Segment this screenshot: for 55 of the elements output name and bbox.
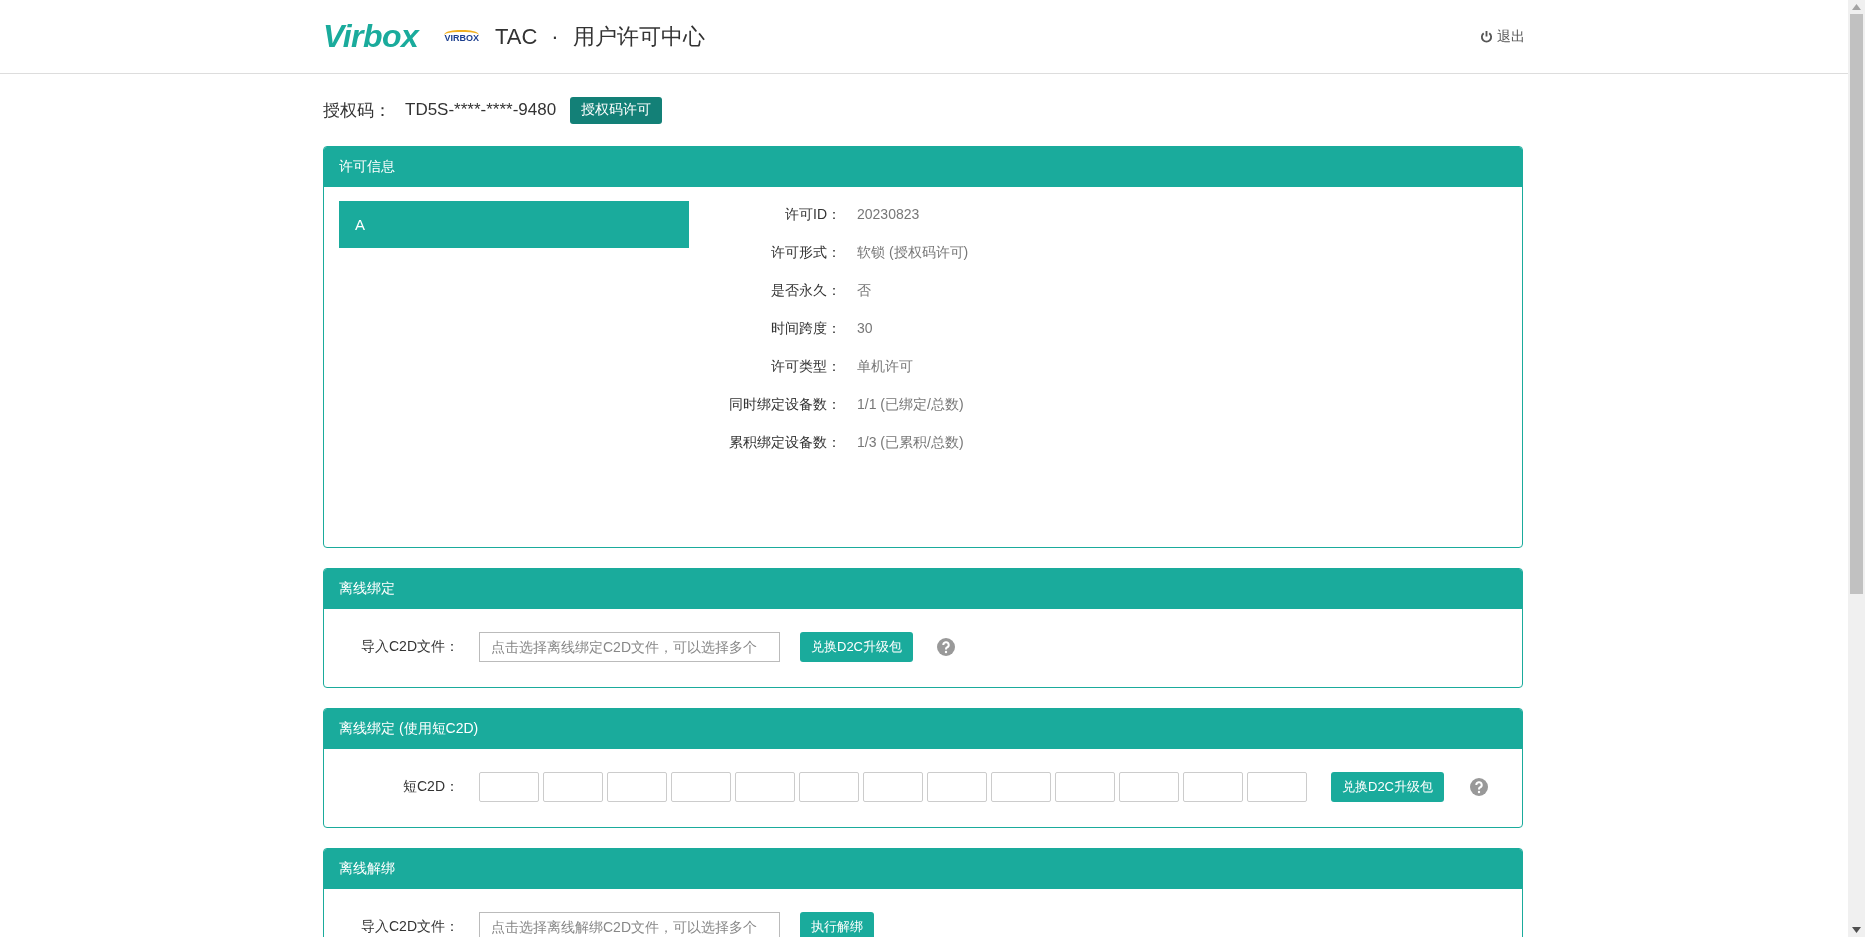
action-button[interactable]: 兑换D2C升级包 xyxy=(800,632,913,662)
panel-title: 离线解绑 xyxy=(324,849,1522,889)
field-label: 时间跨度： xyxy=(770,319,841,338)
field-value: 否 xyxy=(857,281,872,300)
panel-title: 离线绑定 xyxy=(324,569,1522,609)
code-input[interactable] xyxy=(671,772,731,802)
auth-code-label: 授权码： xyxy=(323,99,391,122)
field-label: 许可类型： xyxy=(770,357,841,376)
code-input[interactable] xyxy=(735,772,795,802)
scrollbar[interactable] xyxy=(1848,0,1865,937)
panel-title: 离线绑定 (使用短C2D) xyxy=(324,709,1522,749)
logout-button[interactable]: 退出 xyxy=(1480,27,1525,46)
field-label: 短C2D： xyxy=(402,778,459,796)
field-label: 导入C2D文件： xyxy=(360,638,459,656)
product-name: TAC xyxy=(494,23,538,50)
code-input[interactable] xyxy=(479,772,539,802)
field-value: 软锁 (授权码许可) xyxy=(857,243,969,262)
action-button[interactable]: 执行解绑 xyxy=(800,912,874,937)
file-input[interactable]: 点击选择离线绑定C2D文件，可以选择多个 xyxy=(479,632,780,662)
scroll-down-icon xyxy=(1852,927,1861,933)
field-label: 累积绑定设备数： xyxy=(728,433,841,452)
license-item[interactable]: A xyxy=(339,201,689,248)
logo: Virbox xyxy=(323,18,419,55)
code-input[interactable] xyxy=(607,772,667,802)
auth-license-button[interactable]: 授权码许可 xyxy=(570,96,663,124)
code-input[interactable] xyxy=(927,772,987,802)
help-icon[interactable] xyxy=(1470,778,1488,796)
code-input[interactable] xyxy=(1183,772,1243,802)
field-value: 30 xyxy=(857,319,874,338)
field-label: 许可ID： xyxy=(784,205,841,224)
file-input[interactable]: 点击选择离线解绑C2D文件，可以选择多个 xyxy=(479,912,780,937)
action-button[interactable]: 兑换D2C升级包 xyxy=(1331,772,1444,802)
field-label: 导入C2D文件： xyxy=(360,918,459,936)
code-input[interactable] xyxy=(543,772,603,802)
field-label: 是否永久： xyxy=(770,281,841,300)
separator: · xyxy=(551,23,559,50)
code-input[interactable] xyxy=(1119,772,1179,802)
field-label: 同时绑定设备数： xyxy=(728,395,841,414)
code-input[interactable] xyxy=(799,772,859,802)
power-icon xyxy=(1480,30,1493,43)
field-value: 1/1 (已绑定/总数) xyxy=(857,395,965,414)
code-input[interactable] xyxy=(863,772,923,802)
scroll-up-icon xyxy=(1852,4,1861,10)
field-value: 1/3 (已累积/总数) xyxy=(857,433,965,452)
help-icon[interactable] xyxy=(937,638,955,656)
page-title: 用户许可中心 xyxy=(572,22,705,51)
auth-code-value: TD5S-****-****-9480 xyxy=(405,100,557,120)
field-value: 单机许可 xyxy=(857,357,914,376)
code-input[interactable] xyxy=(991,772,1051,802)
brand-badge: VIRBOX xyxy=(444,30,479,43)
code-input[interactable] xyxy=(1247,772,1307,802)
code-input[interactable] xyxy=(1055,772,1115,802)
field-label: 许可形式： xyxy=(770,243,841,262)
panel-title: 许可信息 xyxy=(324,147,1522,187)
field-value: 20230823 xyxy=(857,205,921,224)
